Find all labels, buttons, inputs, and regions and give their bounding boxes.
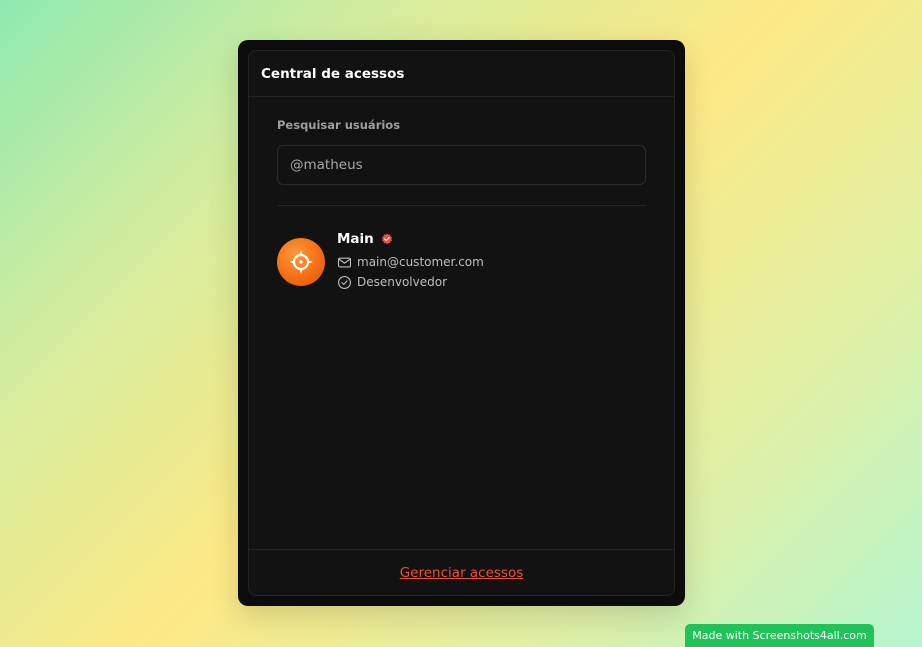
manage-access-link[interactable]: Gerenciar acessos [400,565,524,581]
search-input[interactable] [277,145,646,185]
user-email: main@customer.com [357,255,484,269]
user-info: Main main@customer.com Desenvolvedor [337,231,484,292]
access-panel: Central de acessos Pesquisar usuários @m… [248,50,675,596]
check-circle-icon [338,275,351,289]
user-name-line: Main [337,231,484,247]
user-role: Desenvolvedor [357,275,448,289]
user-email-line: main@customer.com [337,252,484,272]
user-role-line: Desenvolvedor [337,272,484,292]
user-list-item[interactable]: Main main@customer.com Desenvolvedor [277,231,646,292]
divider [277,205,646,206]
panel-body: Pesquisar usuários Main [249,97,674,549]
watermark-badge[interactable]: Made with Screenshots4all.com [685,624,874,647]
search-label: Pesquisar usuários [277,118,401,132]
avatar [277,237,325,286]
access-panel-frame: Central de acessos Pesquisar usuários @m… [238,40,685,606]
compass-icon [289,249,313,274]
panel-footer: Gerenciar acessos [249,549,674,595]
verified-badge-icon [381,233,392,245]
user-name: Main [337,231,374,247]
panel-header: Central de acessos [249,51,674,97]
panel-title: Central de acessos [261,65,405,82]
mail-icon [338,257,351,267]
